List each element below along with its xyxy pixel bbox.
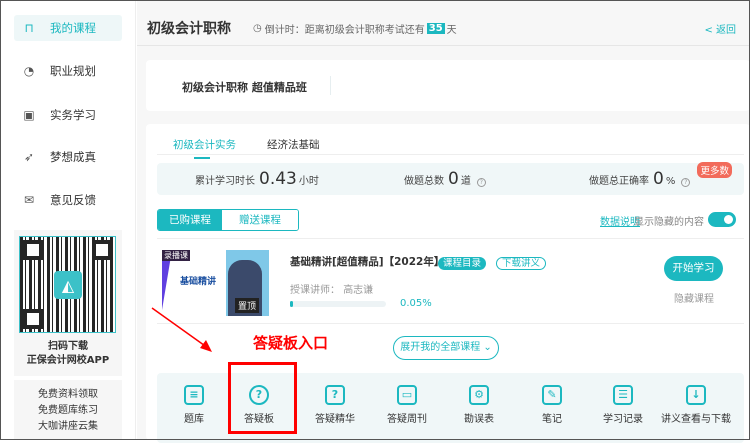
divider	[157, 323, 744, 324]
qr-caption: 扫码下载 正保会计网校APP	[26, 341, 110, 366]
tab-accounting-practice[interactable]: 初级会计实务	[173, 137, 236, 159]
pen-icon: ✎	[542, 385, 562, 405]
sidebar-item-career[interactable]: ◔ 职业规划	[14, 58, 122, 84]
help-icon[interactable]: ?	[476, 178, 486, 187]
tool-pen[interactable]: ✎ 笔记	[516, 385, 588, 425]
annotation-arrow	[151, 307, 212, 352]
annotation-label: 答疑板入口	[253, 334, 329, 352]
app-download-box: ◭ 扫码下载 正保会计网校APP	[14, 230, 122, 376]
days-badge: 35	[426, 23, 445, 34]
tool-label: 讲义查看与下载	[661, 414, 731, 425]
bookmark-icon: ⊓	[24, 21, 34, 35]
link-free-question-bank[interactable]: 免费题库练习	[14, 403, 122, 419]
help-icon[interactable]: ?	[681, 178, 691, 187]
tool-label: 题库	[184, 414, 204, 425]
start-learning-button[interactable]: 开始学习	[664, 256, 723, 281]
tool-label: 笔记	[542, 414, 562, 425]
pinned-badge: 置顶	[235, 298, 260, 313]
tool-chat-question[interactable]: ? 答疑精华	[299, 385, 371, 425]
chart-circle-icon: ◔	[23, 64, 35, 78]
progress-text: 0.05%	[400, 298, 432, 309]
sidebar-item-my-courses[interactable]: ⊓ 我的课程	[14, 15, 122, 41]
tool-download[interactable]: ↓ 讲义查看与下载	[660, 385, 732, 425]
sidebar-item-feedback[interactable]: ✉ 意见反馈	[14, 187, 122, 213]
class-name: 初级会计职称 超值精品班	[182, 81, 307, 94]
tool-record[interactable]: ☰ 学习记录	[587, 385, 659, 425]
back-link[interactable]: < 返回	[704, 21, 736, 36]
page-title: 初级会计职称	[147, 21, 231, 37]
tool-label: 答疑周刊	[387, 414, 427, 425]
sidebar: ⊓ 我的课程 ◔ 职业规划 ▣ 实务学习 ➶ 梦想成真 ✉ 意见反馈 ◭ 扫码下载 正保会计…	[0, 0, 136, 440]
download-icon: ↓	[686, 385, 706, 405]
question-bank-icon: ≡	[184, 385, 204, 405]
tool-question-bank[interactable]: ≡ 题库	[158, 385, 230, 425]
qr-code: ◭	[19, 236, 116, 333]
journal-icon: ▭	[397, 385, 417, 405]
progress-fill	[290, 301, 293, 307]
tool-journal[interactable]: ▭ 答疑周刊	[371, 385, 443, 425]
course-type-switch: 已购课程 赠送课程	[157, 209, 299, 231]
record-icon: ☰	[613, 385, 633, 405]
subject-tabs: 初级会计实务 经济法基础	[157, 134, 744, 159]
monitor-icon: ▣	[23, 108, 35, 122]
free-links: 免费资料领取 免费题库练习 大咖讲座云集	[14, 380, 122, 440]
paper-plane-icon: ➶	[23, 150, 35, 164]
course-title: 基础精讲[超值精品]【2022年】	[290, 256, 445, 268]
exam-countdown: ◷ 倒计时：距离初级会计职称考试还有 35 天	[253, 23, 457, 36]
show-hidden-toggle[interactable]	[708, 212, 736, 227]
clock-icon: ◷	[253, 23, 262, 34]
sidebar-item-label: 职业规划	[50, 64, 96, 78]
link-free-materials[interactable]: 免费资料领取	[14, 387, 122, 403]
sidebar-item-dream[interactable]: ➶ 梦想成真	[14, 144, 122, 170]
divider	[330, 76, 331, 95]
tool-label: 答疑精华	[315, 414, 355, 425]
expand-all-courses-button[interactable]: 展开我的全部课程 ⌄	[393, 336, 499, 360]
stats-bar: 累计学习时长 0.43 小时 做题总数 0 道? 做题总正确率 0%? 更多数	[157, 162, 744, 195]
show-hidden-label: 显示隐藏的内容	[634, 217, 704, 228]
accuracy-stat: 做题总正确率 0%?	[589, 169, 691, 189]
tool-label: 学习记录	[603, 414, 643, 425]
link-lectures[interactable]: 大咖讲座云集	[14, 419, 122, 435]
mail-icon: ✉	[23, 193, 35, 207]
progress-bar	[290, 301, 386, 307]
sidebar-item-label: 梦想成真	[50, 150, 96, 164]
sidebar-item-practice[interactable]: ▣ 实务学习	[14, 102, 122, 128]
sidebar-item-label: 实务学习	[50, 108, 96, 122]
gear-icon: ⚙	[469, 385, 489, 405]
study-time-stat: 累计学习时长 0.43 小时	[195, 169, 319, 189]
chevron-down-icon: ⌄	[483, 342, 492, 353]
annotation-highlight-box	[228, 362, 297, 434]
tab-economic-law[interactable]: 经济法基础	[267, 137, 320, 152]
app-logo-icon: ◭	[54, 271, 82, 299]
page-header: 初级会计职称 ◷ 倒计时：距离初级会计职称考试还有 35 天 < 返回	[137, 0, 750, 46]
tab-purchased[interactable]: 已购课程	[158, 210, 222, 230]
sidebar-item-label: 意见反馈	[50, 193, 96, 207]
sidebar-item-label: 我的课程	[50, 21, 96, 35]
tab-gifted[interactable]: 赠送课程	[222, 210, 298, 230]
class-card: 初级会计职称 超值精品班	[146, 60, 750, 111]
chat-question-icon: ?	[325, 385, 345, 405]
divider	[157, 238, 744, 239]
download-handout-button[interactable]: 下载讲义	[496, 257, 547, 270]
question-count-stat: 做题总数 0 道?	[404, 169, 486, 189]
teacher-info: 授课讲师： 高志谦	[290, 285, 374, 296]
course-catalog-button[interactable]: 课程目录	[438, 257, 487, 270]
hide-course-link[interactable]: 隐藏课程	[674, 290, 714, 305]
tool-gear[interactable]: ⚙ 勘误表	[443, 385, 515, 425]
tool-label: 勘误表	[464, 414, 494, 425]
more-data-badge[interactable]: 更多数	[697, 162, 732, 178]
